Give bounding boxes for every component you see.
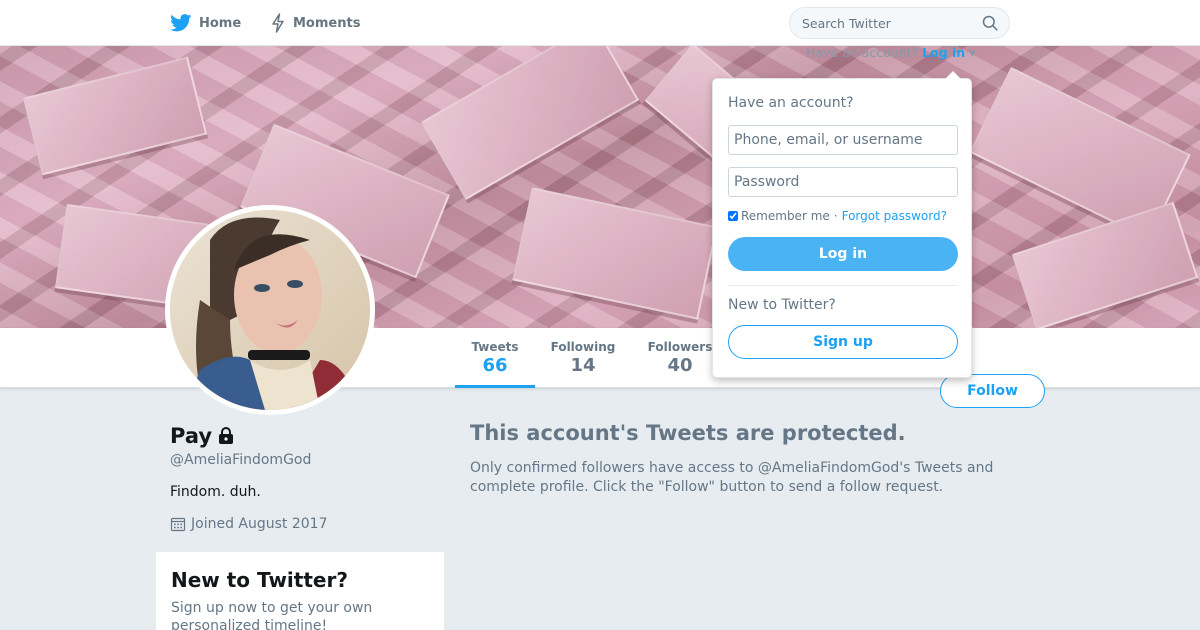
stat-tweets[interactable]: Tweets 66 bbox=[455, 328, 535, 388]
chevron-down-icon: ▾ bbox=[969, 45, 976, 60]
profile-name: Pay bbox=[170, 424, 234, 448]
username-field-wrapper bbox=[728, 125, 958, 155]
stat-label: Followers bbox=[647, 340, 713, 354]
have-account-label: Have an account? bbox=[728, 95, 854, 111]
lock-icon bbox=[218, 427, 234, 445]
nav-home-label: Home bbox=[199, 15, 242, 31]
stat-followers[interactable]: Followers 40 bbox=[642, 328, 718, 388]
divider bbox=[728, 285, 958, 286]
calendar-icon bbox=[170, 516, 186, 532]
login-toggle-prefix: Have an account? bbox=[806, 45, 919, 60]
stat-value: 66 bbox=[482, 355, 508, 376]
avatar-image bbox=[170, 210, 370, 410]
banner-decoration bbox=[420, 46, 640, 200]
username-field[interactable] bbox=[729, 126, 957, 154]
banner-decoration bbox=[1011, 201, 1199, 328]
stat-value: 40 bbox=[667, 355, 693, 376]
login-button[interactable]: Log in bbox=[728, 237, 958, 271]
lightning-icon bbox=[270, 13, 286, 33]
new-to-twitter-label: New to Twitter? bbox=[728, 297, 836, 313]
search-input[interactable] bbox=[802, 8, 977, 38]
password-field[interactable] bbox=[729, 168, 957, 196]
protected-title: This account's Tweets are protected. bbox=[470, 421, 906, 445]
search-box bbox=[789, 7, 1010, 39]
remember-me-checkbox[interactable] bbox=[728, 211, 738, 221]
signup-promo-title: New to Twitter? bbox=[171, 568, 348, 592]
remember-me-label[interactable]: Remember me bbox=[741, 209, 830, 223]
password-field-wrapper bbox=[728, 167, 958, 197]
join-date-text: Joined August 2017 bbox=[191, 516, 328, 532]
twitter-bird-icon bbox=[170, 14, 192, 32]
nav-home[interactable]: Home bbox=[170, 0, 241, 46]
profile-handle[interactable]: @AmeliaFindomGod bbox=[170, 452, 311, 468]
profile-name-text: Pay bbox=[170, 424, 213, 448]
login-toggle[interactable]: Have an account? Log in ▾ bbox=[806, 45, 975, 60]
signup-promo-card: New to Twitter? Sign up now to get your … bbox=[156, 552, 444, 630]
signup-button[interactable]: Sign up bbox=[728, 325, 958, 359]
stat-following[interactable]: Following 14 bbox=[545, 328, 621, 388]
profile-bio: Findom. duh. bbox=[170, 484, 261, 500]
nav-moments[interactable]: Moments bbox=[270, 0, 360, 46]
follow-button[interactable]: Follow bbox=[940, 374, 1045, 408]
banner-decoration bbox=[22, 56, 208, 176]
forgot-password-link[interactable]: Forgot password? bbox=[842, 209, 947, 223]
banner-decoration bbox=[512, 187, 718, 320]
signup-promo-text: Sign up now to get your own personalized… bbox=[171, 600, 373, 630]
remember-me-row: Remember me · Forgot password? bbox=[728, 209, 947, 223]
search-icon[interactable] bbox=[982, 15, 998, 35]
login-dropdown: Have an account? Remember me · Forgot pa… bbox=[712, 71, 972, 378]
dropdown-caret bbox=[945, 71, 961, 79]
login-toggle-link[interactable]: Log in bbox=[922, 45, 965, 60]
separator-dot: · bbox=[833, 209, 838, 223]
top-nav-bar: Home Moments bbox=[0, 0, 1200, 46]
protected-text: Only confirmed followers have access to … bbox=[470, 460, 994, 495]
nav-moments-label: Moments bbox=[293, 15, 361, 31]
stat-label: Following bbox=[550, 340, 616, 354]
stat-label: Tweets bbox=[471, 340, 519, 354]
profile-join-date: Joined August 2017 bbox=[170, 516, 327, 532]
stat-value: 14 bbox=[570, 355, 596, 376]
avatar[interactable] bbox=[165, 205, 375, 415]
